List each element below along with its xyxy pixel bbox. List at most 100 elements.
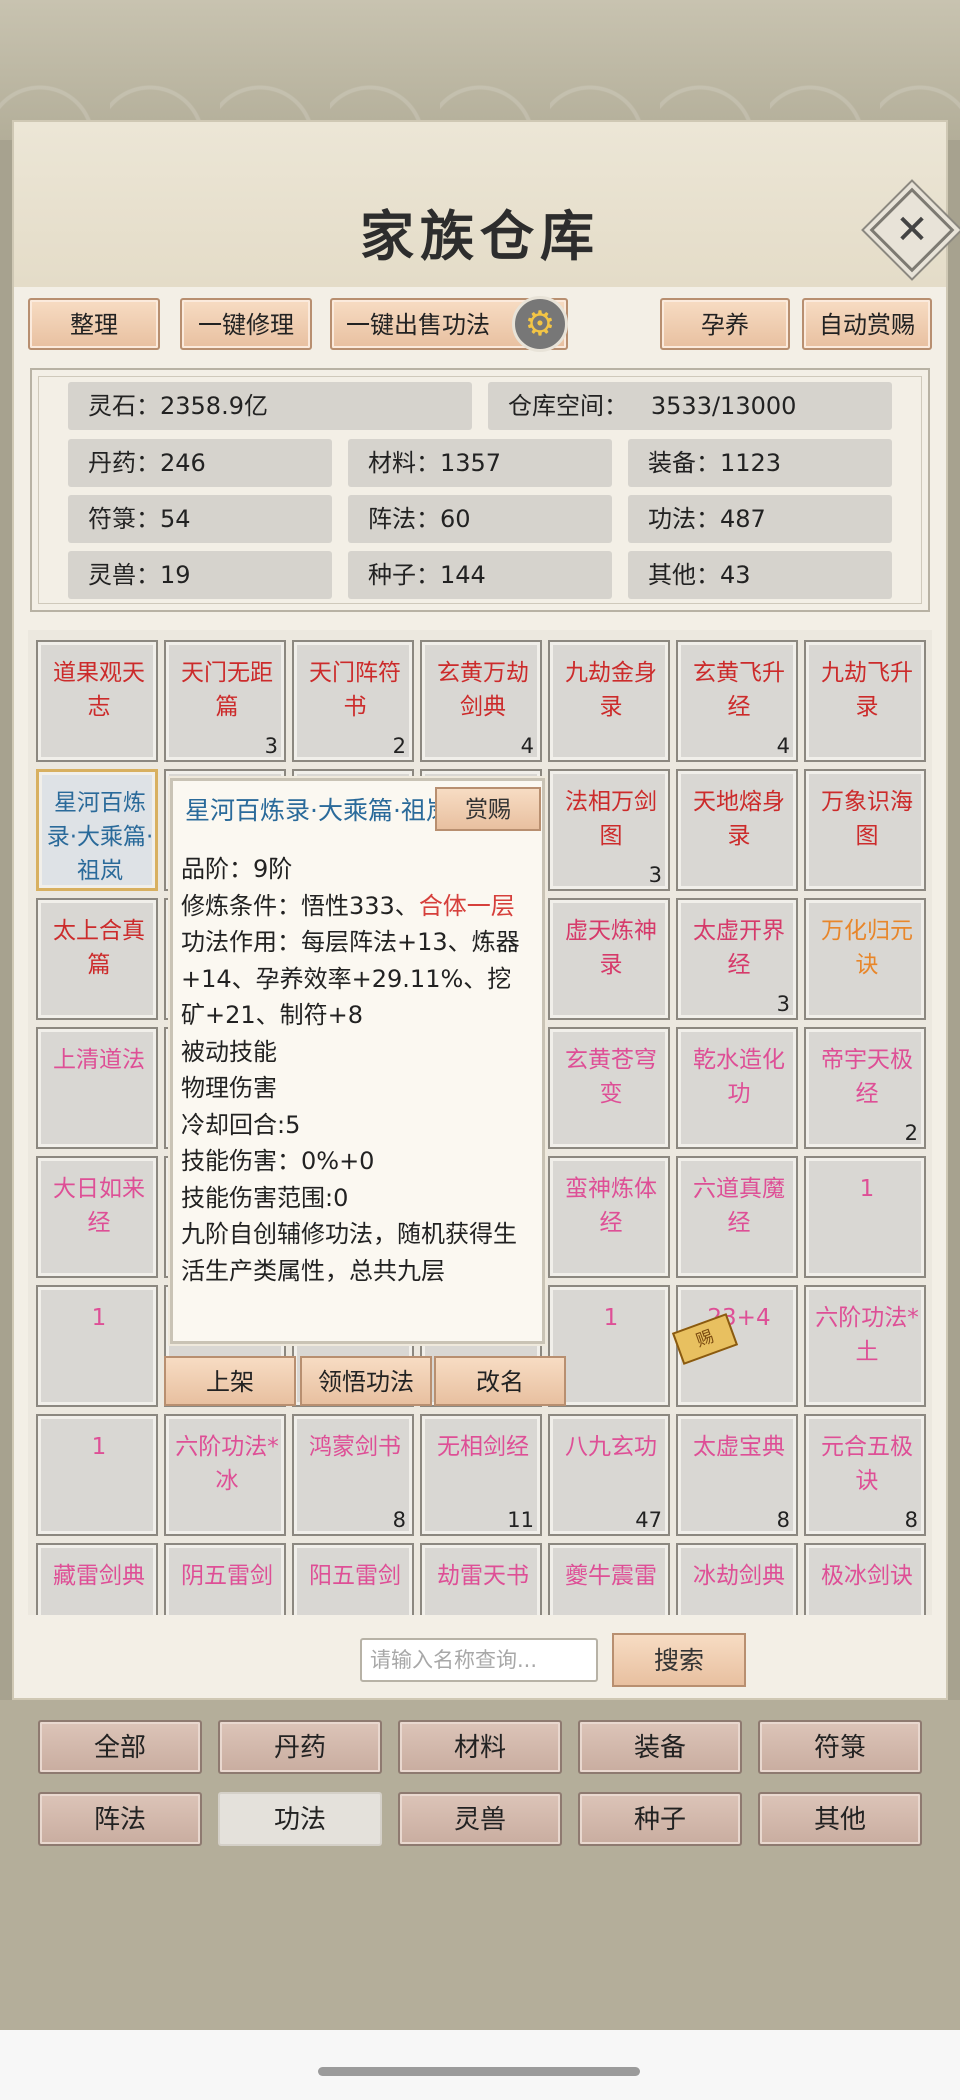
grid-cell[interactable]: 太虚宝典 8 — [676, 1414, 798, 1536]
grid-cell[interactable]: 天门阵符书 2 — [292, 640, 414, 762]
stat-equipment: 装备：1123 — [628, 439, 892, 487]
grid-cell[interactable]: 蛮神炼体经 — [548, 1156, 670, 1278]
tab-category[interactable]: 材料 — [398, 1720, 562, 1774]
grid-cell[interactable]: 1 — [804, 1156, 926, 1278]
grid-cell[interactable]: 1 — [548, 1285, 670, 1407]
grid-cell[interactable]: 万象识海图 — [804, 769, 926, 891]
search-button[interactable]: 搜索 — [612, 1633, 746, 1687]
grid-cell[interactable]: 阴五雷剑 — [164, 1543, 286, 1615]
grid-cell[interactable]: 法相万剑图 3 — [548, 769, 670, 891]
tab-category[interactable]: 其他 — [758, 1792, 922, 1846]
tab-category[interactable]: 装备 — [578, 1720, 742, 1774]
rename-button[interactable]: 改名 — [434, 1356, 566, 1406]
grid-cell[interactable]: 鸿蒙剑书 8 — [292, 1414, 414, 1536]
grid-cell[interactable]: 六道真魔经 — [676, 1156, 798, 1278]
storage-space-label: 仓库空间： — [508, 392, 628, 420]
grid-cell[interactable]: 万化归元诀 — [804, 898, 926, 1020]
grid-cell[interactable]: 太虚开界经 3 — [676, 898, 798, 1020]
item-name: 万象识海图 — [821, 789, 913, 849]
grid-cell[interactable]: 元合五极诀 8 — [804, 1414, 926, 1536]
grid-cell[interactable]: 九劫飞升录 — [804, 640, 926, 762]
item-count: 8 — [776, 1508, 790, 1532]
grid-cell[interactable]: 上清道法 — [36, 1027, 158, 1149]
auto-reward-button[interactable]: 自动赏赐 — [802, 298, 932, 350]
tab-category[interactable]: 符箓 — [758, 1720, 922, 1774]
item-name: 蛮神炼体经 — [565, 1176, 657, 1236]
list-button[interactable]: 上架 — [164, 1356, 296, 1406]
tab-category[interactable]: 阵法 — [38, 1792, 202, 1846]
gear-icon[interactable]: ⚙ — [512, 296, 568, 352]
stat-talismans: 符箓：54 — [68, 495, 332, 543]
grid-cell[interactable]: 劫雷天书 — [420, 1543, 542, 1615]
item-name: 鸿蒙剑书 — [309, 1434, 401, 1460]
grid-cell[interactable]: 太上合真篇 — [36, 898, 158, 1020]
grid-cell[interactable]: 帝宇天极经 2 — [804, 1027, 926, 1149]
grid-cell[interactable]: 藏雷剑典 — [36, 1543, 158, 1615]
grid-cell[interactable]: 天地熔身录 — [676, 769, 798, 891]
grid-cell[interactable]: 星河百炼录·大乘篇·祖岚 — [36, 769, 158, 891]
item-name: 九劫金身录 — [565, 660, 657, 720]
stat-pills: 丹药：246 — [68, 439, 332, 487]
grid-cell[interactable]: 玄黄苍穹变 — [548, 1027, 670, 1149]
item-name: 1 — [91, 1434, 107, 1460]
item-name: 九劫飞升录 — [821, 660, 913, 720]
item-count: 8 — [904, 1508, 918, 1532]
item-name: 玄黄飞升经 — [693, 660, 785, 720]
gear-glyph: ⚙ — [524, 304, 556, 344]
close-button[interactable]: ✕ — [869, 187, 955, 273]
grid-cell[interactable]: 1 — [36, 1414, 158, 1536]
stat-spirit-stones: 灵石：2358.9亿 — [68, 382, 472, 430]
nurture-button[interactable]: 孕养 — [660, 298, 790, 350]
popup-body: 品阶：9阶 修炼条件：悟性333、合体一层 功法作用：每层阵法+13、炼器+14… — [181, 851, 531, 1289]
stat-materials: 材料：1357 — [348, 439, 612, 487]
search-input[interactable] — [360, 1638, 598, 1682]
tab-category[interactable]: 全部 — [38, 1720, 202, 1774]
item-name: 冰劫剑典 — [693, 1563, 785, 1589]
item-name: 玄黄苍穹变 — [565, 1047, 657, 1107]
grid-cell[interactable]: 夔牛震雷 — [548, 1543, 670, 1615]
grid-cell[interactable]: 阳五雷剑 — [292, 1543, 414, 1615]
grid-cell[interactable]: 冰劫剑典 — [676, 1543, 798, 1615]
item-name: 星河百炼录·大乘篇·祖岚 — [46, 790, 154, 884]
popup-title: 星河百炼录·大乘篇·祖岚 — [185, 796, 445, 825]
tab-category[interactable]: 种子 — [578, 1792, 742, 1846]
organize-button[interactable]: 整理 — [28, 298, 160, 350]
stat-skills: 功法：487 — [628, 495, 892, 543]
close-icon: ✕ — [895, 207, 929, 253]
page-title: 家族仓库 — [360, 204, 600, 268]
comprehend-button[interactable]: 领悟功法 — [300, 1356, 432, 1406]
item-name: 帝宇天极经 — [821, 1047, 913, 1107]
grid-cell[interactable]: 道果观天志 — [36, 640, 158, 762]
grid-cell[interactable]: 九劫金身录 — [548, 640, 670, 762]
stat-others: 其他：43 — [628, 551, 892, 599]
grid-cell[interactable]: 六阶功法*土 — [804, 1285, 926, 1407]
grid-cell[interactable]: 1 — [36, 1285, 158, 1407]
grid-cell[interactable]: 天门无距篇 3 — [164, 640, 286, 762]
grid-cell[interactable]: 八九玄功 47 — [548, 1414, 670, 1536]
stat-storage-space: 仓库空间： 3533/13000 — [488, 382, 892, 430]
grid-cell[interactable]: 玄黄万劫剑典 4 — [420, 640, 542, 762]
grid-cell[interactable]: 六阶功法*冰 — [164, 1414, 286, 1536]
item-name: 太虚宝典 — [693, 1434, 785, 1460]
item-name: 1 — [91, 1305, 107, 1331]
home-indicator[interactable] — [318, 2067, 640, 2076]
grid-cell[interactable]: 无相剑经 11 — [420, 1414, 542, 1536]
item-count: 8 — [392, 1508, 406, 1532]
grid-cell[interactable]: 乾水造化功 — [676, 1027, 798, 1149]
tab-category[interactable]: 丹药 — [218, 1720, 382, 1774]
repair-all-button[interactable]: 一键修理 — [180, 298, 312, 350]
item-name: 天地熔身录 — [693, 789, 785, 849]
item-name: 虚天炼神录 — [565, 918, 657, 978]
grid-cell[interactable]: 玄黄飞升经 4 — [676, 640, 798, 762]
tab-category[interactable]: 功法 — [218, 1792, 382, 1846]
system-bar — [0, 2030, 960, 2100]
popup-damage-type: 物理伤害 — [181, 1074, 277, 1102]
grid-cell[interactable]: 虚天炼神录 — [548, 898, 670, 1020]
item-name: 六阶功法*冰 — [175, 1434, 279, 1494]
grid-cell[interactable]: 大日如来经 — [36, 1156, 158, 1278]
tab-category[interactable]: 灵兽 — [398, 1792, 562, 1846]
grid-cell[interactable]: 极冰剑诀 — [804, 1543, 926, 1615]
reward-button[interactable]: 赏赐 — [435, 787, 541, 831]
popup-skill-damage: 技能伤害：0%+0 — [181, 1147, 375, 1175]
condition-realm: 合体一层 — [418, 891, 515, 920]
